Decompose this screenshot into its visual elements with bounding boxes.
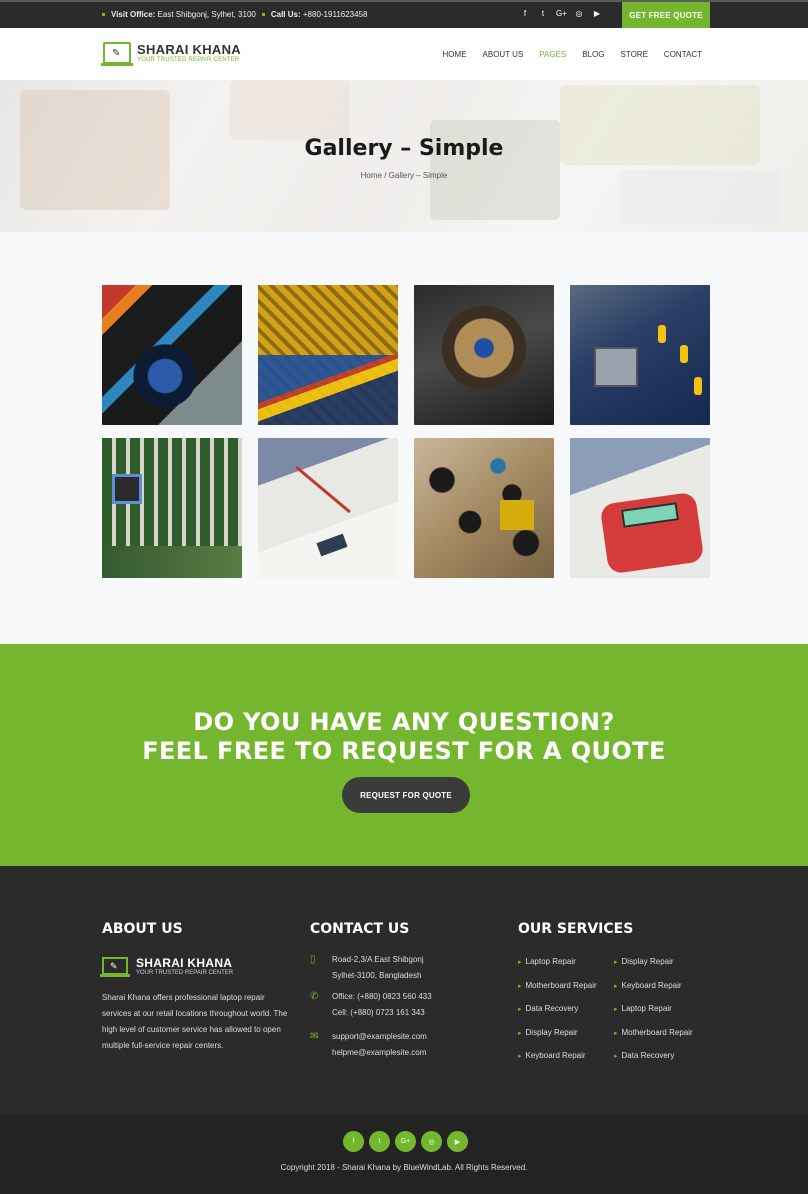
youtube-icon[interactable]: ▶	[447, 1131, 468, 1152]
nav-pages[interactable]: PAGES	[539, 50, 566, 59]
service-link[interactable]: Motherboard Repair	[614, 1025, 714, 1042]
twitter-icon[interactable]: t	[369, 1131, 390, 1152]
service-link[interactable]: Keyboard Repair	[614, 978, 714, 995]
facebook-icon[interactable]: f	[520, 9, 530, 18]
youtube-icon[interactable]: ▶	[592, 9, 602, 18]
service-link[interactable]: Motherboard Repair	[518, 978, 614, 995]
phone-line[interactable]: Cell: (+880) 0723 161 343	[332, 1005, 432, 1021]
address-line: Road-2,3/A East Shibgonj	[332, 955, 424, 964]
envelope-icon: ✉	[310, 1031, 319, 1042]
footer-contact-heading: CONTACT US	[310, 921, 410, 937]
nav-store[interactable]: STORE	[621, 50, 648, 59]
site-logo[interactable]: ✎ SHARAI KHANA YOUR TRUSTED REPAIR CENTE…	[101, 42, 241, 66]
quote-cta-section: DO YOU HAVE ANY QUESTION? FEEL FREE TO R…	[0, 644, 808, 866]
top-bar: Visit Office: East Shibgonj, Sylhet, 310…	[0, 0, 808, 28]
footer-services-heading: OUR SERVICES	[518, 921, 634, 937]
footer-emails: ✉ support@examplesite.com helpme@example…	[310, 1029, 427, 1061]
twitter-icon[interactable]: t	[538, 9, 548, 18]
gallery-item[interactable]	[570, 285, 710, 425]
footer-about-text: Sharai Khana offers professional laptop …	[102, 993, 288, 1050]
gallery-image	[258, 438, 398, 578]
copyright-text: Copyright 2018 - Sharai Khana by BlueWin…	[280, 1163, 528, 1172]
facebook-icon[interactable]: f	[343, 1131, 364, 1152]
gallery-item[interactable]	[102, 438, 242, 578]
gallery-item[interactable]	[102, 285, 242, 425]
request-quote-button[interactable]: REQUEST FOR QUOTE	[342, 777, 470, 813]
site-header: ✎ SHARAI KHANA YOUR TRUSTED REPAIR CENTE…	[0, 28, 808, 80]
address-line: Sylhet-3100, Bangladesh	[332, 971, 422, 980]
footer-services-list: Laptop Repair Display Repair Motherboard…	[518, 954, 714, 1065]
cta-heading-line2: FEEL FREE TO REQUEST FOR A QUOTE	[142, 737, 666, 765]
footer-logo[interactable]: ✎ SHARAI KHANA YOUR TRUSTED REPAIR CENTE…	[100, 956, 234, 977]
gallery-item[interactable]	[258, 438, 398, 578]
site-footer: ABOUT US CONTACT US OUR SERVICES ✎ SHARA…	[0, 866, 808, 1114]
top-social-links: f t G+ ◎ ▶	[520, 9, 602, 18]
call-us-value: +880-1911623458	[302, 10, 368, 19]
gallery-grid	[102, 285, 711, 578]
service-link[interactable]: Display Repair	[518, 1025, 614, 1042]
gallery-item[interactable]	[570, 438, 710, 578]
page-hero: Gallery – Simple Home / Gallery – Simple	[0, 80, 808, 232]
google-plus-icon[interactable]: G+	[556, 9, 567, 18]
instagram-icon[interactable]: ◎	[574, 9, 584, 18]
google-plus-icon[interactable]: G+	[395, 1131, 416, 1152]
footer-bottom-bar: f t G+ ◎ ▶ Copyright 2018 - Sharai Khana…	[0, 1114, 808, 1194]
visit-office-value: East Shibgonj, Sylhet, 3100	[157, 10, 256, 19]
gallery-item[interactable]	[414, 438, 554, 578]
gallery-image	[258, 285, 398, 425]
gallery-image	[102, 438, 242, 578]
phone-icon: ✆	[310, 991, 319, 1002]
service-link[interactable]: Laptop Repair	[614, 1001, 714, 1018]
service-link[interactable]: Keyboard Repair	[518, 1048, 614, 1065]
footer-social-links: f t G+ ◎ ▶	[343, 1131, 468, 1152]
service-link[interactable]: Laptop Repair	[518, 954, 614, 971]
bullet-icon	[102, 13, 105, 16]
breadcrumb: Home / Gallery – Simple	[360, 171, 448, 180]
cta-heading-line1: DO YOU HAVE ANY QUESTION?	[193, 708, 615, 736]
footer-phones: ✆ Office: (+880) 0823 560 433 Cell: (+88…	[310, 989, 432, 1021]
laptop-logo-icon: ✎	[100, 957, 130, 977]
main-nav: HOME ABOUT US PAGES BLOG STORE CONTACT	[443, 50, 702, 59]
email-link[interactable]: support@examplesite.com	[332, 1029, 427, 1045]
nav-blog[interactable]: BLOG	[582, 50, 604, 59]
get-free-quote-button[interactable]: GET FREE QUOTE	[622, 2, 710, 28]
visit-office-label: Visit Office:	[111, 10, 156, 19]
footer-brand-name: SHARAI KHANA	[136, 956, 233, 970]
service-link[interactable]: Display Repair	[614, 954, 714, 971]
gallery-image	[414, 438, 554, 578]
nav-contact[interactable]: CONTACT	[664, 50, 702, 59]
instagram-icon[interactable]: ◎	[421, 1131, 442, 1152]
map-icon: ▯	[310, 954, 316, 965]
footer-brand-tagline: YOUR TRUSTED REPAIR CENTER	[136, 970, 234, 976]
page-title: Gallery – Simple	[304, 136, 504, 161]
footer-address: ▯ Road-2,3/A East Shibgonj Sylhet-3100, …	[310, 952, 424, 984]
gallery-image	[414, 285, 554, 425]
nav-home[interactable]: HOME	[443, 50, 467, 59]
bullet-icon	[261, 13, 265, 16]
brand-tagline: YOUR TRUSTED REPAIR CENTER	[137, 57, 240, 63]
service-link[interactable]: Data Recovery	[614, 1048, 714, 1065]
call-us-label: Call Us:	[270, 10, 301, 19]
email-link[interactable]: helpme@examplesite.com	[332, 1045, 427, 1061]
gallery-item[interactable]	[258, 285, 398, 425]
brand-name: SHARAI KHANA	[137, 42, 241, 57]
phone-line[interactable]: Office: (+880) 0823 560 433	[332, 989, 432, 1005]
laptop-logo-icon: ✎	[101, 42, 133, 66]
nav-about-us[interactable]: ABOUT US	[483, 50, 524, 59]
top-contact-info: Visit Office: East Shibgonj, Sylhet, 310…	[102, 10, 367, 19]
gallery-image	[570, 285, 710, 425]
gallery-image	[102, 285, 242, 425]
gallery-image	[570, 438, 710, 578]
gallery-item[interactable]	[414, 285, 554, 425]
service-link[interactable]: Data Recovery	[518, 1001, 614, 1018]
footer-about-heading: ABOUT US	[102, 921, 183, 937]
